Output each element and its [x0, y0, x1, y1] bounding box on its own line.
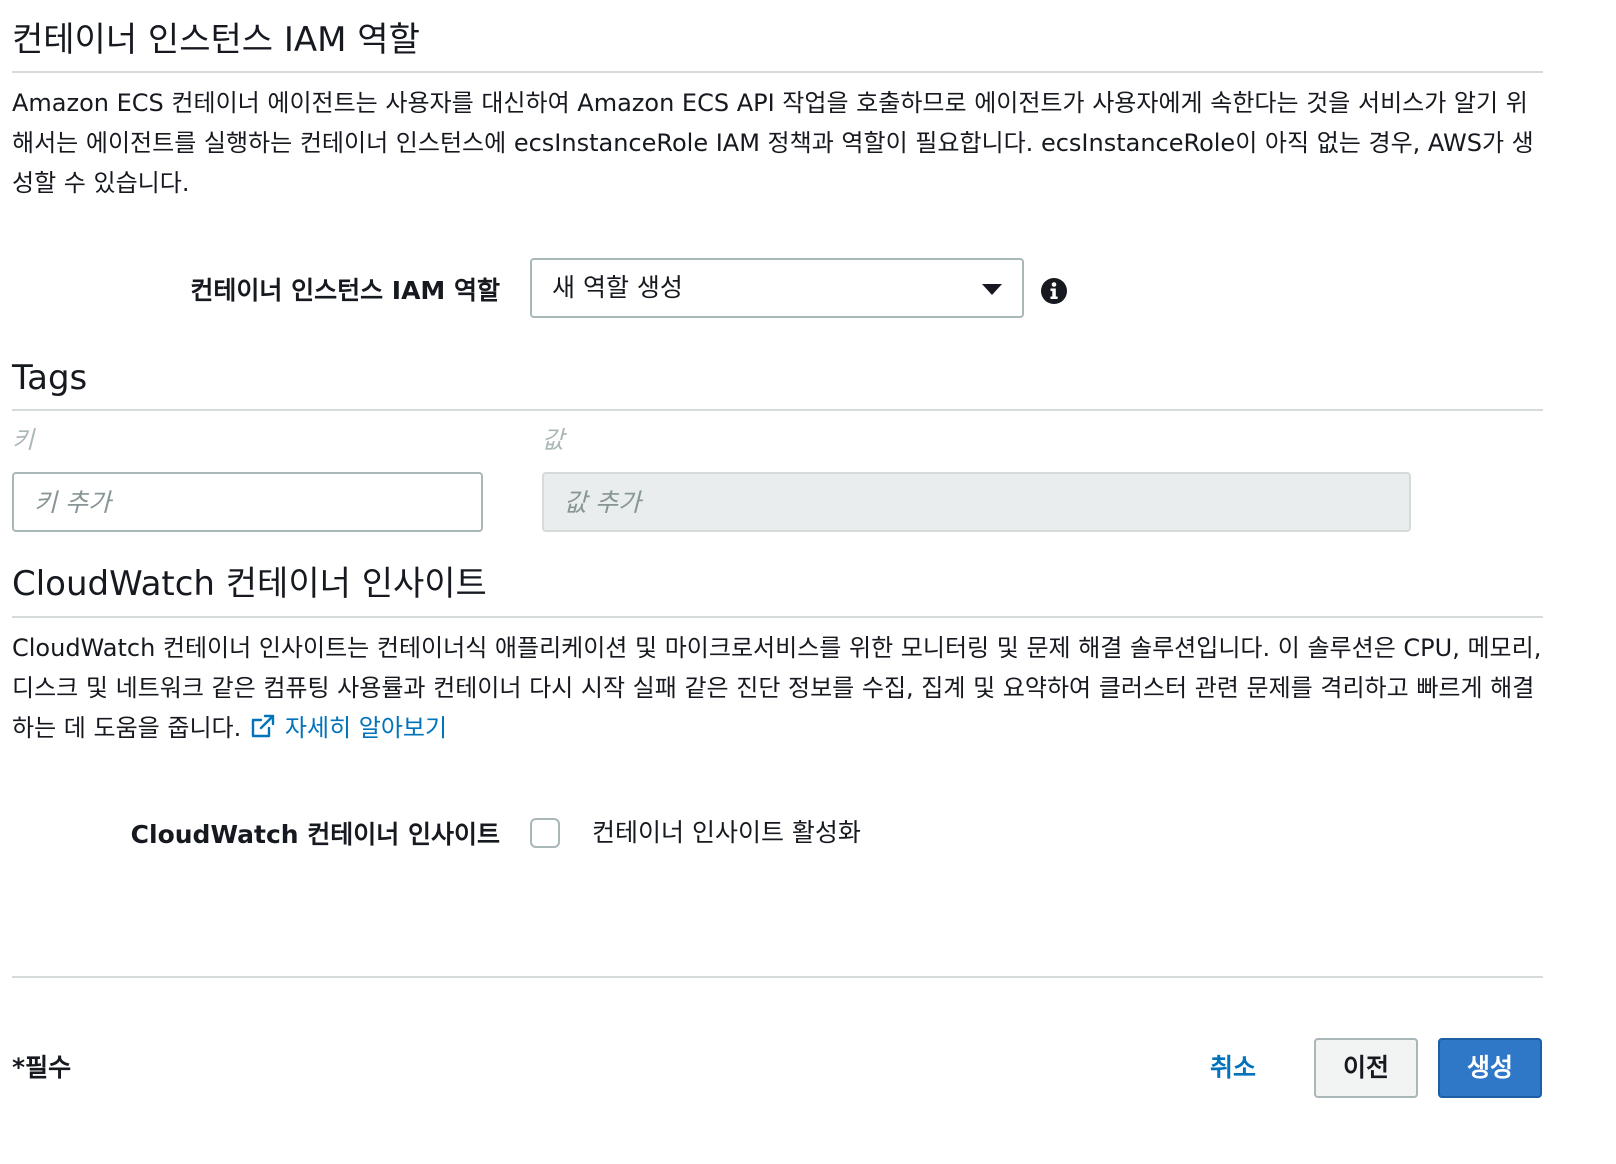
container-insights-checkbox[interactable] [530, 818, 560, 848]
cloudwatch-section-description: CloudWatch 컨테이너 인사이트는 컨테이너식 애플리케이션 및 마이크… [12, 628, 1547, 748]
container-insights-checkbox-label[interactable]: 컨테이너 인사이트 활성화 [592, 816, 861, 850]
iam-role-field-label: 컨테이너 인스턴스 IAM 역할 [190, 276, 500, 305]
tags-section-divider [12, 409, 1543, 411]
iam-role-select[interactable]: 새 역할 생성 [530, 258, 1024, 318]
previous-button[interactable]: 이전 [1314, 1038, 1418, 1098]
iam-section-title: 컨테이너 인스턴스 IAM 역할 [12, 20, 420, 60]
iam-section-description: Amazon ECS 컨테이너 에이전트는 사용자를 대신하여 Amazon E… [12, 89, 1534, 197]
iam-section-divider [12, 71, 1543, 73]
tags-section-title: Tags [12, 358, 88, 398]
footer-divider [12, 976, 1543, 978]
learn-more-label: 자세히 알아보기 [284, 714, 448, 742]
learn-more-link[interactable]: 자세히 알아보기 [249, 714, 447, 742]
iam-role-selected-value: 새 역할 생성 [552, 273, 683, 302]
cancel-button[interactable]: 취소 [1210, 1052, 1256, 1084]
cloudwatch-description-text: CloudWatch 컨테이너 인사이트는 컨테이너식 애플리케이션 및 마이크… [12, 634, 1542, 742]
required-note: *필수 [12, 1053, 72, 1082]
tag-value-input [542, 472, 1411, 532]
tag-key-input[interactable] [12, 472, 483, 532]
cloudwatch-section-divider [12, 616, 1543, 618]
container-insights-field-label: CloudWatch 컨테이너 인사이트 [130, 820, 500, 849]
create-button[interactable]: 생성 [1438, 1038, 1542, 1098]
chevron-down-icon [982, 284, 1002, 295]
tag-value-column-label: 값 [542, 426, 565, 454]
external-link-icon [251, 714, 275, 738]
info-circle-icon[interactable] [1040, 277, 1068, 305]
ecs-cluster-config-page: 컨테이너 인스턴스 IAM 역할 Amazon ECS 컨테이너 에이전트는 사… [12, 0, 1544, 1164]
tag-key-column-label: 키 [12, 426, 35, 454]
cloudwatch-section-title: CloudWatch 컨테이너 인사이트 [12, 564, 487, 604]
